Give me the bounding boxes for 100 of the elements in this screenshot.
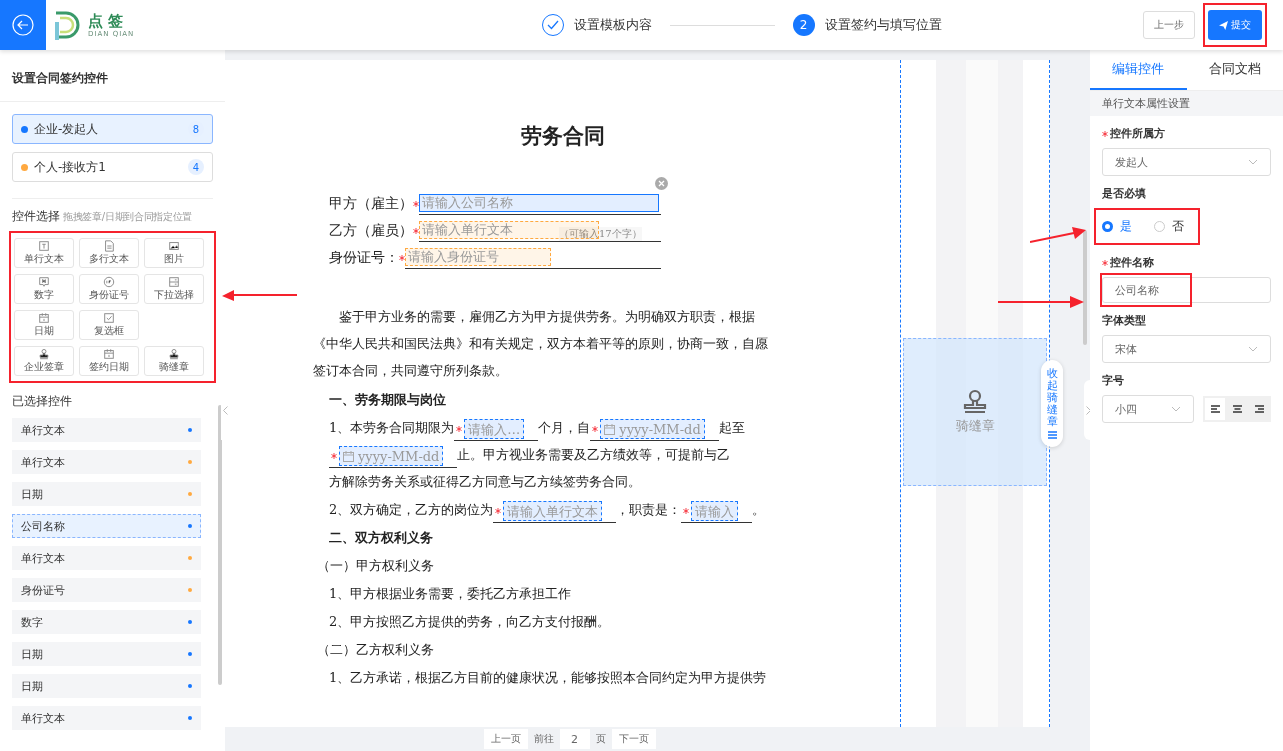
- stamp-icon: [168, 348, 180, 360]
- step-label: 设置模板内容: [573, 16, 652, 34]
- selected-control-item[interactable]: 日期: [12, 482, 201, 506]
- signer-name: 企业-发起人: [34, 120, 100, 138]
- selected-control-item[interactable]: 单行文本: [12, 418, 201, 442]
- selected-control-item[interactable]: 数字: [12, 610, 201, 634]
- control-name: 单行文本: [21, 550, 65, 566]
- selected-control-item[interactable]: 单行文本: [12, 546, 201, 570]
- control-name: 日期: [21, 678, 43, 694]
- stamp-icon: [962, 389, 988, 415]
- control-name: 身份证号: [21, 582, 65, 598]
- document-text: 。: [752, 502, 766, 517]
- selected-control-item[interactable]: 身份证号: [12, 578, 201, 602]
- field-hint: （可输入17个字）: [559, 227, 642, 241]
- selected-control-item[interactable]: 单行文本: [12, 706, 201, 730]
- submit-button[interactable]: 提交: [1208, 10, 1262, 40]
- id-icon: [103, 276, 115, 288]
- name-input[interactable]: 公司名称: [1102, 277, 1271, 303]
- subsection-heading: （二）乙方权利义务: [317, 641, 435, 659]
- align-icon: [1231, 405, 1243, 413]
- section-hint: 拖拽签章/日期到合同指定位置: [63, 210, 193, 224]
- control-tile[interactable]: 数字: [14, 274, 74, 304]
- previous-page-button[interactable]: 上一页: [483, 729, 528, 749]
- control-tile[interactable]: 日期: [14, 310, 74, 340]
- control-name: 日期: [21, 646, 43, 662]
- field-label: 是否必填: [1102, 186, 1146, 201]
- field-label: 控件所属方: [1110, 126, 1165, 141]
- radio-option[interactable]: 是: [1102, 218, 1132, 235]
- page-unit: 页: [595, 732, 606, 746]
- section-title: 单行文本属性设置: [1090, 91, 1283, 116]
- document-text: 1、本劳务合同期限为: [329, 420, 455, 435]
- annotation-arrow: [1030, 226, 1086, 244]
- previous-step-button[interactable]: 上一步: [1143, 11, 1195, 39]
- size-select[interactable]: 小四: [1102, 395, 1194, 423]
- control-tile[interactable]: 复选框: [79, 310, 139, 340]
- font-select[interactable]: 宋体: [1102, 335, 1271, 363]
- section-heading: 二、双方权利义务: [329, 529, 434, 547]
- selected-control-item[interactable]: 单行文本: [12, 450, 201, 474]
- selected-control-item[interactable]: 日期: [12, 674, 201, 698]
- calendar-icon: [103, 348, 115, 360]
- number-icon: [38, 276, 50, 288]
- dropdown-icon: [168, 276, 180, 288]
- back-button[interactable]: [0, 0, 46, 50]
- control-tile[interactable]: 骑缝章: [144, 346, 204, 376]
- party-label: 身份证号：: [329, 248, 399, 267]
- party-label: 乙方（雇员）: [329, 221, 413, 240]
- calendar-icon: [343, 450, 354, 462]
- scrollbar[interactable]: [1083, 230, 1087, 345]
- close-icon[interactable]: [655, 177, 668, 190]
- logo-title: 点 签: [88, 12, 125, 30]
- signer-name: 个人-接收方1: [34, 158, 107, 176]
- document-text: 方解除劳务关系或征得乙方同意与乙方续签劳务合同。: [329, 474, 641, 489]
- align-icon: [1253, 405, 1265, 413]
- expand-handle[interactable]: [1084, 380, 1090, 440]
- field-label: 控件名称: [1110, 255, 1154, 270]
- control-tile[interactable]: 图片: [144, 238, 204, 268]
- document-text: 个月，自: [538, 420, 591, 435]
- count-badge: 4: [188, 159, 204, 175]
- image-icon: [168, 240, 180, 252]
- control-tile[interactable]: 下拉选择: [144, 274, 204, 304]
- goto-label: 前往: [533, 732, 554, 746]
- control-name: 单行文本: [21, 422, 65, 438]
- radio-option[interactable]: 否: [1154, 218, 1184, 235]
- stamp-icon: [38, 348, 50, 360]
- send-icon: [1219, 20, 1228, 30]
- page-input[interactable]: 2: [559, 729, 590, 749]
- control-name: 单行文本: [21, 710, 65, 726]
- control-tile[interactable]: 多行文本: [79, 238, 139, 268]
- menu-icon: [1047, 431, 1057, 440]
- field-label: 字体类型: [1102, 313, 1146, 328]
- align-icon: [1209, 405, 1221, 413]
- document-paragraph: 2、甲方按照乙方提供的劳务，向乙方支付报酬。: [329, 613, 612, 631]
- chevron-down-icon: [1171, 406, 1181, 412]
- stamp-label: 骑缝章: [955, 417, 995, 435]
- document-text: 2、双方确定，乙方的岗位为: [329, 502, 494, 517]
- signer-item[interactable]: 个人-接收方1 4: [12, 152, 213, 182]
- align-button[interactable]: [1205, 398, 1225, 420]
- chevron-down-icon: [1248, 159, 1258, 165]
- section-heading: 一、劳务期限与岗位: [329, 391, 447, 409]
- selected-control-item[interactable]: 日期: [12, 642, 201, 666]
- section-title: 已选择控件: [12, 393, 73, 410]
- calendar-icon: [38, 312, 50, 324]
- step-label: 设置签约与填写位置: [824, 16, 942, 34]
- control-tile[interactable]: 签约日期: [79, 346, 139, 376]
- control-tile[interactable]: 身份证号: [79, 274, 139, 304]
- control-tile[interactable]: 企业签章: [14, 346, 74, 376]
- control-tile[interactable]: 单行文本: [14, 238, 74, 268]
- selected-control-item[interactable]: 公司名称: [12, 514, 201, 538]
- scrollbar[interactable]: [218, 405, 222, 685]
- subsection-heading: （一）甲方权利义务: [317, 557, 435, 575]
- document-paragraph: 1、甲方根据业务需要，委托乙方承担工作: [329, 585, 573, 603]
- signer-item[interactable]: 企业-发起人 8: [12, 114, 213, 144]
- collapse-seam-button[interactable]: 收起骑缝章: [1041, 360, 1063, 448]
- next-page-button[interactable]: 下一页: [611, 729, 656, 749]
- field-label: 字号: [1102, 373, 1124, 388]
- owner-select[interactable]: 发起人: [1102, 148, 1271, 176]
- chevron-down-icon: [1248, 346, 1258, 352]
- text-icon: [38, 240, 50, 252]
- control-name: 数字: [21, 614, 43, 630]
- document-text: 止。甲方视业务需要及乙方绩效等，可提前与乙: [457, 447, 731, 462]
